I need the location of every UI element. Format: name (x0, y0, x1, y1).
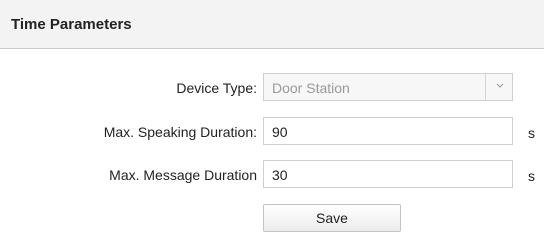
max-speaking-duration-input[interactable]: 90 (263, 117, 513, 145)
save-button[interactable]: Save (263, 204, 401, 232)
device-type-select[interactable]: Door Station (263, 73, 513, 101)
max-speaking-duration-row: Max. Speaking Duration: 90 s (0, 117, 544, 147)
section-title: Time Parameters (11, 16, 132, 33)
max-message-duration-row: Max. Message Duration 30 s (0, 160, 544, 190)
max-message-duration-unit: s (528, 168, 535, 184)
device-type-value: Door Station (272, 80, 350, 96)
section-header: Time Parameters (0, 0, 544, 49)
max-message-duration-value: 30 (272, 167, 288, 183)
max-message-duration-input[interactable]: 30 (263, 160, 513, 188)
device-type-row: Device Type: Door Station (0, 73, 544, 103)
max-message-duration-label: Max. Message Duration (109, 167, 257, 183)
select-divider (485, 74, 486, 100)
chevron-down-icon[interactable] (496, 83, 504, 90)
max-speaking-duration-label: Max. Speaking Duration: (103, 124, 257, 140)
device-type-label: Device Type: (176, 80, 257, 96)
max-speaking-duration-value: 90 (272, 124, 288, 140)
max-speaking-duration-unit: s (528, 125, 535, 141)
chevron-down-icon-shape (496, 83, 504, 88)
